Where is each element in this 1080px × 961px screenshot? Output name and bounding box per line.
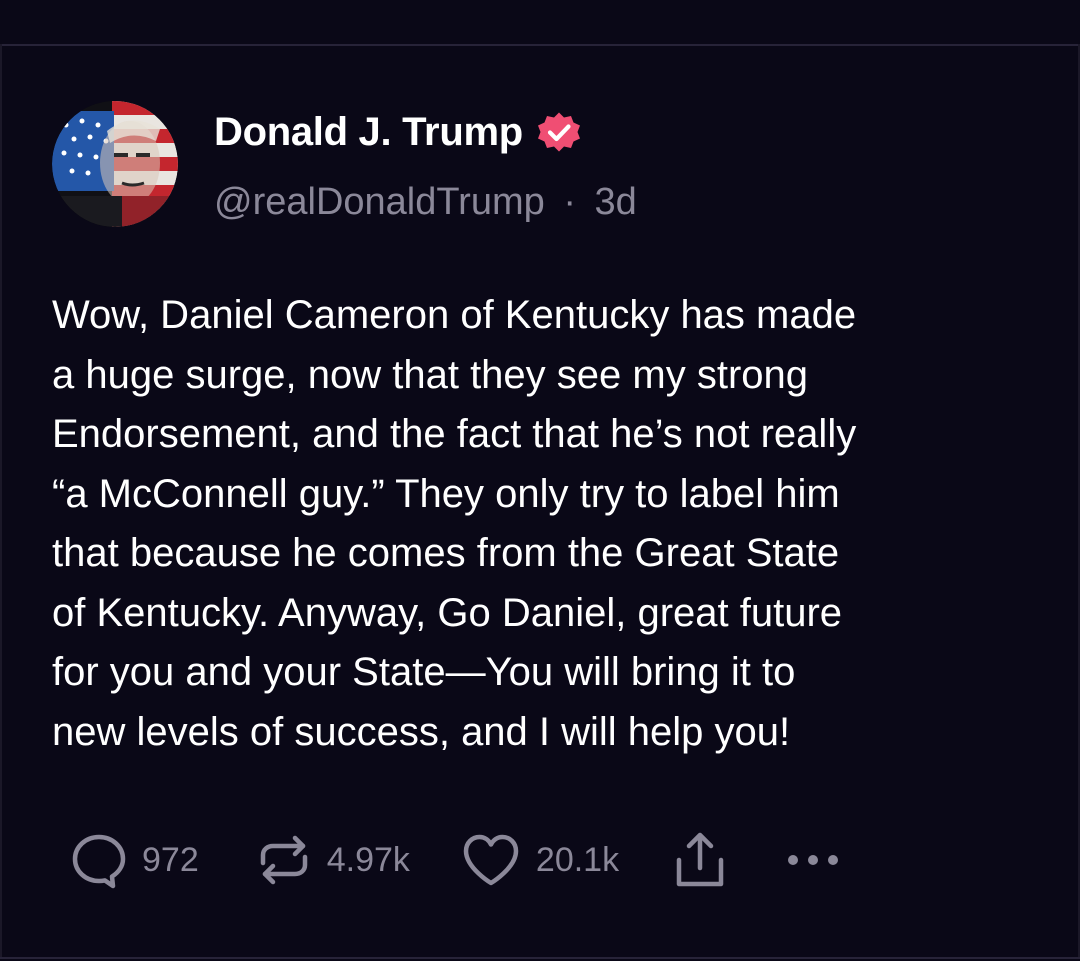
handle[interactable]: @realDonaldTrump xyxy=(214,181,545,223)
handle-row: @realDonaldTrump · 3d xyxy=(214,178,637,226)
heart-icon xyxy=(463,834,519,886)
reply-count: 972 xyxy=(142,840,199,879)
share-button[interactable] xyxy=(673,830,727,890)
bottom-divider xyxy=(0,957,1080,959)
post-card: Donald J. Trump @realDonaldTrump · 3d Wo… xyxy=(0,0,1080,961)
timestamp[interactable]: 3d xyxy=(595,181,637,223)
separator: · xyxy=(563,181,576,223)
like-count: 20.1k xyxy=(535,840,620,879)
avatar-image xyxy=(52,101,178,227)
repost-button[interactable]: 4.97k xyxy=(255,831,410,889)
left-divider xyxy=(0,44,2,959)
repost-icon xyxy=(260,835,307,885)
post-body-line: for you and your State—You will bring it… xyxy=(52,650,796,694)
post-body-line: a huge surge, now that they see my stron… xyxy=(52,352,808,397)
post-body-line: “a McConnell guy.” They only try to labe… xyxy=(52,471,840,516)
display-name-text[interactable]: Donald J. Trump xyxy=(214,108,523,156)
display-name[interactable]: Donald J. Trump xyxy=(214,108,583,156)
repost-count: 4.97k xyxy=(326,840,410,879)
like-button[interactable]: 20.1k xyxy=(460,831,619,889)
avatar[interactable] xyxy=(52,101,178,227)
comment-icon xyxy=(72,834,126,889)
share-icon xyxy=(676,832,724,887)
verified-badge-icon xyxy=(537,112,580,152)
top-divider xyxy=(0,44,1080,46)
post-body-line: that because he comes from the Great Sta… xyxy=(52,531,840,575)
post-body-line: Wow, Daniel Cameron of Kentucky has made xyxy=(52,293,857,337)
reply-button[interactable]: 972 xyxy=(70,831,199,889)
more-button[interactable] xyxy=(783,850,843,870)
post-body: Wow, Daniel Cameron of Kentucky has made… xyxy=(52,286,1042,762)
action-bar: 972 4.97k 20.1k xyxy=(70,830,843,890)
post-body-line: new levels of success, and I will help y… xyxy=(52,709,791,754)
post-body-line: Endorsement, and the fact that he’s not … xyxy=(52,412,857,456)
more-icon xyxy=(788,855,839,865)
post-body-line: of Kentucky. Anyway, Go Daniel, great fu… xyxy=(52,590,843,635)
